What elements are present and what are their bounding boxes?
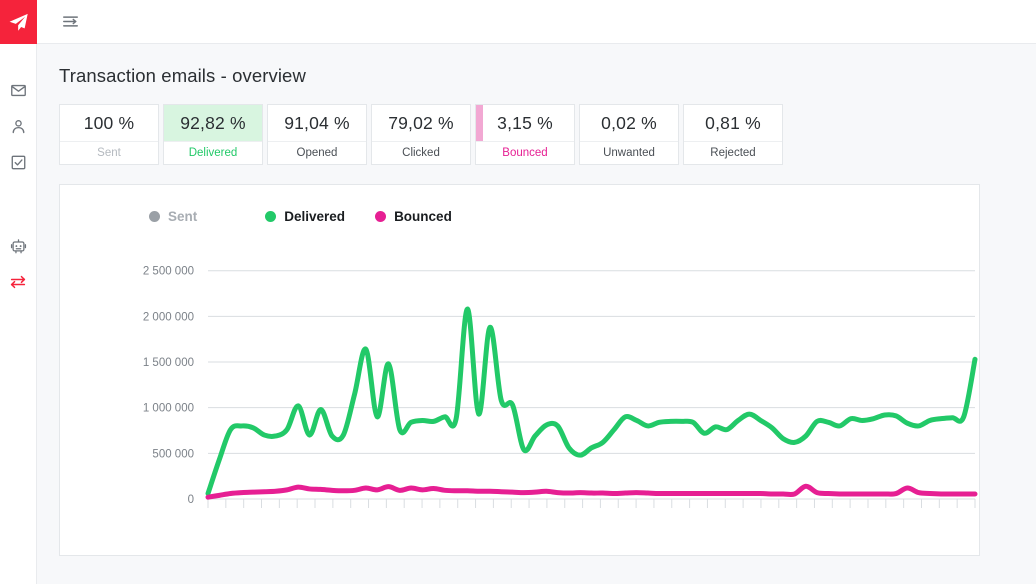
series-line-delivered [205, 306, 978, 497]
kpi-card-opened[interactable]: 91,04 % Opened [267, 104, 367, 165]
kpi-value: 0,81 % [705, 112, 761, 133]
kpi-value-wrap: 91,04 % [268, 105, 366, 141]
kpi-value: 79,02 % [388, 112, 454, 133]
kpi-value: 3,15 % [497, 112, 553, 133]
series-line-bounced [205, 483, 978, 500]
kpi-label-wrap: Sent [60, 141, 158, 164]
page-title: Transaction emails - overview [59, 65, 306, 86]
kpi-label: Rejected [710, 147, 756, 159]
transfer-arrows-icon [9, 273, 27, 291]
y-axis-tick-label: 1 000 000 [143, 403, 194, 415]
sidebar-item-transactional[interactable] [0, 264, 37, 300]
sidebar-item-contacts[interactable] [0, 108, 37, 144]
sidebar-nav-mid [0, 228, 36, 300]
topbar [37, 0, 1036, 44]
sidebar-nav-top [0, 72, 36, 180]
y-axis-tick-label: 2 000 000 [143, 311, 194, 323]
kpi-card-rejected[interactable]: 0,81 % Rejected [683, 104, 783, 165]
content-area: Transaction emails - overview 100 % Sent… [37, 44, 1036, 584]
kpi-value-wrap: 92,82 % [164, 105, 262, 141]
kpi-card-sent[interactable]: 100 % Sent [59, 104, 159, 165]
y-axis-tick-label: 1 500 000 [143, 357, 194, 369]
paper-plane-logo-icon[interactable] [0, 0, 37, 44]
legend-item-bounced[interactable]: Bounced [375, 209, 452, 224]
kpi-card-clicked[interactable]: 79,02 % Clicked [371, 104, 471, 165]
kpi-card-bounced[interactable]: 3,15 % Bounced [475, 104, 575, 165]
checkbox-list-icon [10, 154, 27, 171]
kpi-label: Unwanted [603, 147, 655, 159]
legend-label: Sent [168, 209, 198, 224]
kpi-value: 100 % [83, 112, 135, 133]
kpi-label: Opened [296, 147, 338, 159]
kpi-accent-bar [476, 105, 483, 141]
kpi-label: Bounced [502, 147, 548, 159]
kpi-card-unwanted[interactable]: 0,02 % Unwanted [579, 104, 679, 165]
kpi-value-wrap: 3,15 % [476, 105, 574, 141]
plot-area: 0 500 000 1 000 000 1 500 000 2 000 000 2 500… [60, 247, 979, 555]
kpi-row: 100 % Sent 92,82 % Delivered 91,04 % Ope… [59, 104, 999, 165]
legend-dot-icon [375, 211, 387, 222]
kpi-label-wrap: Rejected [684, 141, 782, 164]
sidebar-item-campaigns[interactable] [0, 72, 37, 108]
legend-dot-icon [149, 211, 160, 222]
y-axis-tick-label: 2 500 000 [143, 266, 194, 278]
app-root: Transaction emails - overview 100 % Sent… [0, 0, 1036, 584]
kpi-value: 0,02 % [601, 112, 657, 133]
kpi-value: 91,04 % [284, 112, 350, 133]
sidebar-item-tasks[interactable] [0, 144, 37, 180]
kpi-value: 92,82 % [180, 112, 246, 133]
kpi-label: Delivered [188, 147, 238, 159]
y-axis-tick-label: 500 000 [152, 448, 194, 460]
legend-item-delivered[interactable]: Delivered [265, 209, 345, 224]
user-icon [10, 118, 27, 135]
main-area: Transaction emails - overview 100 % Sent… [37, 0, 1036, 584]
kpi-label-wrap: Unwanted [580, 141, 678, 164]
kpi-label: Sent [97, 147, 121, 159]
kpi-value-wrap: 0,81 % [684, 105, 782, 141]
kpi-card-delivered[interactable]: 92,82 % Delivered [163, 104, 263, 165]
kpi-value-wrap: 79,02 % [372, 105, 470, 141]
kpi-label-wrap: Clicked [372, 141, 470, 164]
kpi-label: Clicked [402, 147, 440, 159]
legend-label: Bounced [394, 209, 452, 224]
hamburger-collapse-icon[interactable] [59, 11, 81, 33]
legend-dot-icon [265, 211, 277, 222]
kpi-value-wrap: 0,02 % [580, 105, 678, 141]
kpi-label-wrap: Delivered [164, 141, 262, 164]
sidebar-item-automation[interactable] [0, 228, 37, 264]
y-axis-tick-label: 0 [188, 494, 194, 506]
robot-icon [10, 238, 27, 255]
legend-item-sent[interactable]: Sent [149, 209, 197, 224]
envelope-icon [10, 82, 27, 99]
chart-legend: Sent Delivered Bounced [60, 185, 979, 224]
line-chart-svg: 0 500 000 1 000 000 1 500 000 2 000 000 2 500… [143, 266, 978, 508]
kpi-label-wrap: Opened [268, 141, 366, 164]
chart-panel: Sent Delivered Bounced 0 500 000 1 000 000… [59, 184, 980, 556]
legend-label: Delivered [284, 209, 346, 224]
sidebar [0, 0, 37, 584]
kpi-label-wrap: Bounced [476, 141, 574, 164]
kpi-value-wrap: 100 % [60, 105, 158, 141]
